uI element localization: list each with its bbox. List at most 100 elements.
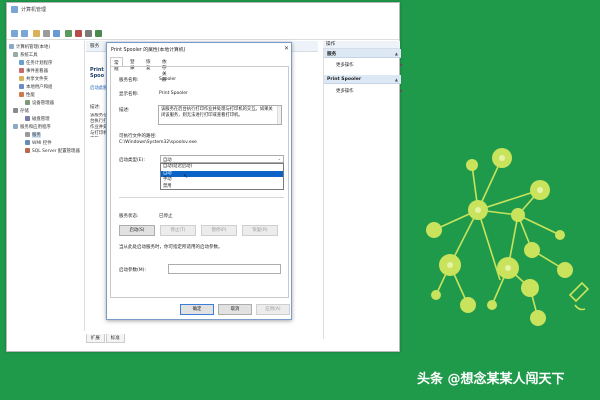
tree-item-local-users[interactable]: 本地用户和组 [19,83,52,90]
startup-type-label: 启动类型(E): [119,158,145,163]
path-label: 可执行文件的路径: [119,134,157,139]
tree-item-services[interactable]: 服务 [25,131,41,138]
help-icon[interactable] [53,30,60,37]
startup-type-select[interactable]: 自动 ⌄ [160,155,284,163]
decorative-graphic [420,140,590,340]
computer-icon [9,44,14,49]
tab-dependencies[interactable]: 依存关系 [159,57,170,83]
actions-section-services[interactable]: 服务 ▲ [324,49,401,58]
start-button[interactable]: 启动(S) [119,225,155,236]
storage-icon [13,108,18,113]
tools-icon [13,52,18,57]
tab-extended[interactable]: 扩展 [86,334,105,343]
tab-general[interactable]: 常规 [110,57,123,72]
sql-server-icon [25,148,30,153]
clock-icon [19,60,24,65]
path-value: C:\Windows\System32\spoolsv.exe [119,140,197,145]
services-apps-icon [13,124,18,129]
wmi-icon [25,140,30,145]
tree-item-event-viewer[interactable]: 事件查看器 [19,67,48,74]
start-params-input[interactable] [168,264,281,274]
tree-item-device-manager[interactable]: 设备管理器 [25,99,54,106]
device-icon [25,100,30,105]
more-actions-item[interactable]: 更多操作 ▶ [336,62,403,68]
mouse-cursor-icon: ↖ [183,173,189,180]
tree-item-wmi[interactable]: WMI 控件 [25,139,52,146]
actions-pane-title: 操作 [323,41,400,49]
tree-item-computer-management[interactable]: 计算机管理(本地) [9,43,50,50]
view-tabs: 扩展 标准 [86,334,126,343]
description-scrollbar[interactable] [277,106,281,124]
properties-icon[interactable] [43,30,50,37]
menu-bar [7,17,399,27]
service-status-label: 服务状态: [119,214,139,219]
tree-item-shared-folders[interactable]: 共享文件夹 [19,75,48,82]
service-name-label: 服务名称: [119,78,139,83]
properties-dialog: Print Spooler 的属性(本地计算机) ✕ 常规 登录 恢复 依存关系… [106,42,292,320]
menu-item[interactable] [26,19,32,24]
ok-button[interactable]: 确定 [180,304,214,315]
services-pane-title: 服务 [90,44,100,49]
description-label: 描述: [119,108,130,113]
stop-icon[interactable] [75,30,82,37]
pause-icon[interactable] [85,30,92,37]
toolbar [7,27,399,40]
performance-icon [19,92,24,97]
play-icon[interactable] [65,30,72,37]
folder-icon [19,76,24,81]
service-status-value: 已停止 [159,214,173,219]
event-icon [19,68,24,73]
start-params-hint: 当从此处启动服务时，你可指定所适用的启动参数。 [119,245,223,250]
navigation-tree: 计算机管理(本地) 系统工具 任务计划程序 事件查看器 共享文件夹 本地用户和组… [7,41,85,331]
chevron-right-icon: ▶ [400,88,404,93]
tab-logon[interactable]: 登录 [127,57,138,71]
tree-item-system-tools[interactable]: 系统工具 [13,51,38,58]
collapse-arrow-icon: ▲ [394,77,398,82]
tab-standard[interactable]: 标准 [105,334,125,343]
more-actions-item[interactable]: 更多操作 ▶ [336,88,403,94]
startup-type-dropdown: 自动(延迟启动) 自动 手动 禁用 [160,163,284,190]
window-title: 计算机管理 [21,7,47,13]
divider [119,197,284,198]
description-value: 该服务在后台执行打印作业并处理与打印机的交互。如果关闭该服务，则无法进行打印或查… [161,107,273,118]
forward-icon[interactable] [21,30,28,37]
gear-icon [25,132,30,137]
chevron-right-icon: ▶ [400,62,404,67]
description-box: 该服务在后台执行打印作业并处理与打印机的交互。如果关闭该服务，则无法进行打印或查… [158,105,282,125]
stop-button[interactable]: 停止(T) [160,225,196,236]
tab-recovery[interactable]: 恢复 [143,57,154,71]
actions-section-print-spooler[interactable]: Print Spooler ▲ [324,75,401,84]
tree-item-sql-server[interactable]: SQL Server 配置管理器 [25,147,80,154]
service-name-value: Spooler [159,77,177,82]
cancel-button[interactable]: 取消 [218,304,252,315]
startup-type-value: 自动 [163,157,172,163]
network-nodes-illustration [426,148,590,326]
dialog-title: Print Spooler 的属性(本地计算机) [111,48,186,53]
chevron-down-icon: ⌄ [277,156,281,161]
close-icon[interactable]: ✕ [284,45,289,52]
folder-icon[interactable] [33,30,40,37]
back-icon[interactable] [11,30,18,37]
display-name-value: Print Spooler [159,91,188,96]
tree-item-performance[interactable]: 性能 [19,91,35,98]
tree-item-task-scheduler[interactable]: 任务计划程序 [19,59,52,66]
users-icon [19,84,24,89]
tree-item-services-apps[interactable]: 服务和应用程序 [13,123,51,130]
display-name-label: 显示名称: [119,92,139,97]
startup-option-disabled[interactable]: 禁用 [161,184,283,191]
watermark: 头条 @想念某某人闯天下 [417,372,565,387]
collapse-arrow-icon: ▲ [394,51,398,56]
window-titlebar: 计算机管理 [7,3,399,17]
disk-icon [25,116,30,121]
start-params-label: 启动参数(M): [119,268,146,273]
pause-button[interactable]: 暂停(P) [201,225,237,236]
menu-item[interactable] [13,19,19,24]
restart-icon[interactable] [95,30,102,37]
tree-item-storage[interactable]: 存储 [13,107,29,114]
dialog-titlebar: Print Spooler 的属性(本地计算机) ✕ [107,43,293,55]
actions-pane: 服务 ▲ 更多操作 ▶ Print Spooler ▲ 更多操作 ▶ [323,49,403,339]
app-icon [11,6,18,13]
tree-item-disk-management[interactable]: 磁盘管理 [25,115,50,122]
apply-button[interactable]: 应用(A) [256,304,290,315]
resume-button[interactable]: 恢复(R) [242,225,278,236]
